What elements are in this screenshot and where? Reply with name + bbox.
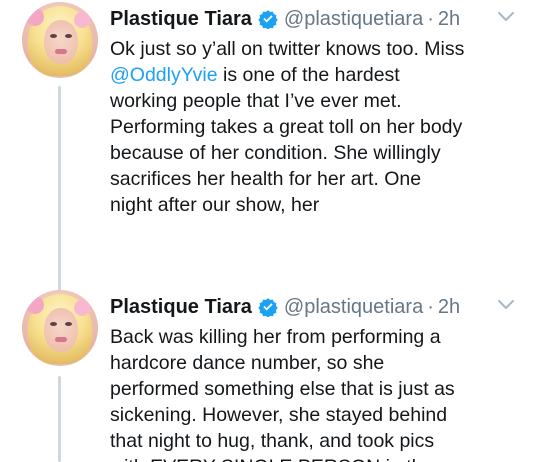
author-name[interactable]: Plastique Tiara: [110, 8, 252, 31]
verified-badge-icon: [258, 10, 278, 29]
chevron-down-icon[interactable]: [497, 10, 515, 24]
user-mention-link[interactable]: @OddlyYvie: [110, 64, 218, 86]
tweet-timestamp[interactable]: 2h: [438, 296, 460, 319]
author-name[interactable]: Plastique Tiara: [110, 296, 252, 319]
thread-connector-line: [58, 86, 61, 298]
author-handle[interactable]: @plastiquetiara: [284, 8, 423, 31]
tweet-text-segment: Ok just so y’all on twitter knows too. M…: [110, 38, 465, 60]
tweet-thread: Plastique Tiara @plastiquetiara · 2h Ok …: [0, 0, 534, 462]
avatar[interactable]: [22, 2, 98, 78]
tweet-header: Plastique Tiara @plastiquetiara · 2h: [110, 294, 460, 320]
tweet-text: Back was killing her from performing a h…: [110, 326, 455, 462]
chevron-down-icon[interactable]: [497, 298, 515, 312]
separator-dot: ·: [427, 7, 434, 30]
tweet-timestamp[interactable]: 2h: [438, 8, 460, 31]
separator-dot: ·: [427, 295, 434, 318]
author-handle[interactable]: @plastiquetiara: [284, 296, 423, 319]
tweet-text-segment: is one of the hardest working people tha…: [110, 64, 463, 216]
verified-badge-icon: [258, 298, 278, 317]
tweet-text: Ok just so y’all on twitter knows too. M…: [110, 36, 526, 218]
thread-connector-line: [58, 376, 61, 462]
avatar[interactable]: [22, 290, 98, 366]
tweet-header: Plastique Tiara @plastiquetiara · 2h: [110, 6, 460, 32]
